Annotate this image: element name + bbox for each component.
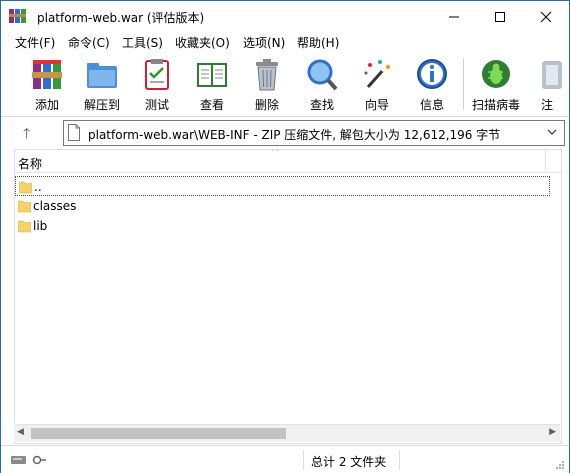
column-header-row: 名称 ^ — [15, 150, 561, 173]
add-archive-icon — [32, 60, 62, 89]
current-path: platform-web.war\WEB-INF - ZIP 压缩文件, 解包大… — [88, 128, 501, 142]
folder-icon — [18, 220, 31, 233]
list-item-parent[interactable]: .. — [15, 176, 550, 196]
resize-grip-icon[interactable] — [555, 460, 565, 470]
toolbar-info-label: 信息 — [419, 98, 444, 112]
menu-tools[interactable]: 工具(S) — [122, 34, 163, 51]
toolbar-add-button[interactable]: 添加 — [20, 55, 74, 113]
toolbar-delete-button[interactable]: 删除 — [240, 55, 294, 113]
toolbar-extract-label: 解压到 — [83, 98, 120, 112]
test-icon — [145, 59, 169, 90]
toolbar-add-label: 添加 — [34, 98, 59, 112]
trash-icon — [256, 59, 278, 91]
toolbar-view-label: 查看 — [199, 98, 224, 112]
toolbar-separator — [463, 58, 464, 110]
horizontal-scrollbar[interactable]: ◀ ▶ — [14, 424, 560, 442]
scroll-right-arrow-icon[interactable]: ▶ — [549, 427, 556, 437]
chevron-down-icon[interactable] — [546, 125, 558, 139]
status-separator — [303, 450, 304, 470]
file-list[interactable]: 名称 ^ .. classes lib — [14, 149, 562, 444]
toolbar-test-label: 测试 — [144, 98, 169, 112]
toolbar-delete-label: 删除 — [254, 98, 279, 112]
close-icon — [540, 11, 552, 22]
view-book-icon — [197, 63, 227, 87]
menu-bar: 文件(F) 命令(C) 工具(S) 收藏夹(O) 选项(N) 帮助(H) — [1, 32, 569, 52]
toolbar-overflow-icon[interactable] — [538, 57, 569, 97]
archive-file-icon — [68, 124, 80, 141]
toolbar-wizard-button[interactable]: 向导 — [350, 55, 404, 113]
list-item-name: .. — [34, 180, 42, 194]
title-bar[interactable]: platform-web.war (评估版本) — [1, 1, 569, 32]
toolbar-find-button[interactable]: 查找 — [295, 55, 349, 113]
menu-file[interactable]: 文件(F) — [15, 34, 55, 51]
toolbar-find-label: 查找 — [309, 98, 334, 112]
toolbar-wizard-label: 向导 — [364, 98, 389, 112]
toolbar-info-button[interactable]: 信息 — [405, 55, 459, 113]
toolbar: 添加 解压到 测试 查看 删除 查找 向导 信息 扫描病毒 注 — [1, 52, 569, 117]
folder-icon — [19, 181, 32, 194]
toolbar-extract-button[interactable]: 解压到 — [75, 55, 129, 113]
status-summary: 总计 2 文件夹 — [311, 455, 387, 469]
extract-to-icon — [87, 63, 117, 88]
toolbar-overflow-label: 注 — [541, 98, 554, 112]
list-item-classes[interactable]: classes — [15, 196, 550, 216]
menu-favorites[interactable]: 收藏夹(O) — [175, 34, 230, 51]
wizard-wand-icon — [364, 60, 390, 88]
list-item-name: lib — [33, 219, 48, 233]
maximize-button[interactable] — [477, 1, 523, 32]
column-header-name[interactable]: 名称 — [18, 155, 42, 172]
minimize-icon — [449, 16, 459, 17]
info-icon — [417, 59, 447, 89]
toolbar-scan-virus-button[interactable]: 扫描病毒 — [469, 55, 523, 113]
menu-commands[interactable]: 命令(C) — [68, 34, 110, 51]
status-separator — [399, 450, 400, 470]
drive-key-icon[interactable] — [11, 454, 47, 466]
toolbar-scan-virus-label: 扫描病毒 — [471, 98, 520, 112]
close-button[interactable] — [523, 1, 569, 32]
list-item-name: classes — [33, 199, 77, 213]
scroll-left-arrow-icon[interactable]: ◀ — [17, 427, 24, 437]
address-bar: 🡑 platform-web.war\WEB-INF - ZIP 压缩文件, 解… — [1, 117, 569, 147]
toolbar-view-button[interactable]: 查看 — [185, 55, 239, 113]
menu-help[interactable]: 帮助(H) — [297, 34, 339, 51]
scrollbar-thumb[interactable] — [31, 428, 286, 439]
menu-options[interactable]: 选项(N) — [243, 34, 285, 51]
winrar-app-icon[interactable] — [9, 8, 27, 24]
folder-icon — [18, 200, 31, 213]
winrar-window: platform-web.war (评估版本) 文件(F) 命令(C) 工具(S… — [0, 0, 570, 473]
toolbar-test-button[interactable]: 测试 — [130, 55, 184, 113]
path-combobox[interactable]: platform-web.war\WEB-INF - ZIP 压缩文件, 解包大… — [63, 120, 565, 146]
column-divider[interactable] — [545, 150, 546, 172]
status-bar: 总计 2 文件夹 — [1, 445, 569, 473]
sort-ascending-icon: ^ — [271, 149, 280, 158]
find-magnifier-icon — [307, 59, 338, 91]
list-item-lib[interactable]: lib — [15, 216, 550, 236]
window-title: platform-web.war (评估版本) — [37, 11, 205, 25]
minimize-button[interactable] — [431, 1, 477, 32]
up-one-level-button[interactable]: 🡑 — [23, 123, 30, 147]
virus-scan-icon — [482, 60, 510, 88]
maximize-icon — [495, 11, 505, 22]
